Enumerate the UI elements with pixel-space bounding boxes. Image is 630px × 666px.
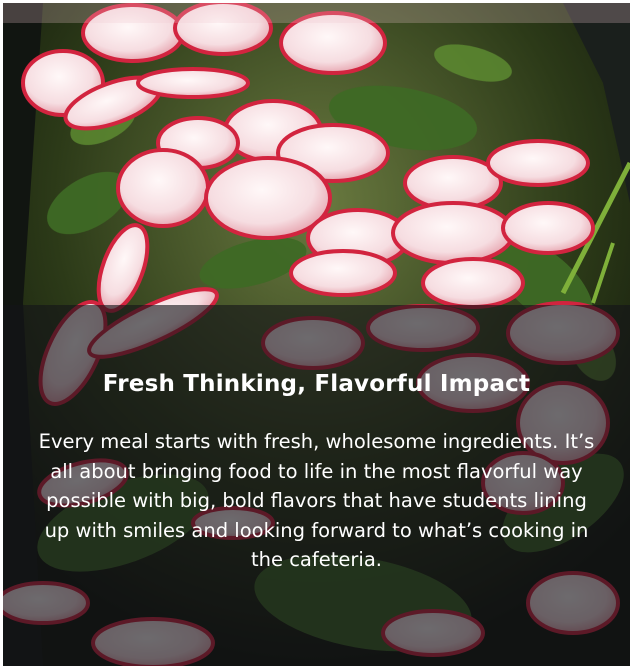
feature-card: Fresh Thinking, Flavorful Impact Every m… xyxy=(3,3,630,666)
card-title: Fresh Thinking, Flavorful Impact xyxy=(102,371,531,397)
card-description: Every meal starts with fresh, wholesome … xyxy=(38,430,595,571)
